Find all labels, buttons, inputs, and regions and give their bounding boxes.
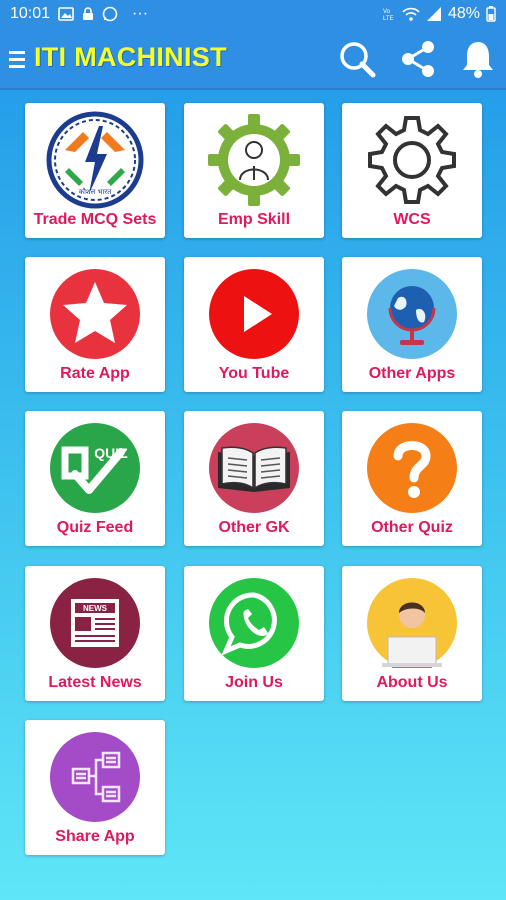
notification-button[interactable] (456, 37, 500, 81)
status-bar: 10:01 ··· Vo LTE 48% (0, 0, 506, 30)
skill-logo-text: कौशल भारत (79, 187, 113, 196)
search-button[interactable] (335, 37, 379, 81)
app-title: ITI MACHINIST (34, 42, 227, 72)
svg-text:Vo: Vo (383, 9, 391, 15)
status-right: Vo LTE 48% (382, 5, 496, 23)
share-button[interactable] (396, 37, 440, 81)
lock-icon (83, 7, 94, 20)
menu-icon[interactable] (8, 49, 26, 69)
question-icon (367, 423, 457, 513)
search-icon (340, 42, 376, 78)
share-icon (402, 41, 434, 77)
news-icon: NEWS (50, 578, 140, 668)
tile-label: Other Quiz (371, 519, 453, 536)
quiz-icon: QUIZ (50, 423, 140, 513)
tile-rate-app[interactable]: Rate App (25, 257, 165, 392)
battery-icon (486, 6, 496, 22)
battery-percent: 48% (447, 5, 480, 22)
app-bar: ITI MACHINIST (0, 30, 506, 90)
skill-india-logo-icon: कौशल भारत (46, 111, 144, 209)
gear-icon (368, 116, 456, 204)
tile-label: Rate App (60, 365, 130, 382)
tile-label: WCS (393, 211, 431, 228)
tile-other-apps[interactable]: Other Apps (342, 257, 482, 392)
tile-trade-mcq-sets[interactable]: कौशल भारत Trade MCQ Sets (25, 103, 165, 238)
signal-icon (426, 7, 441, 21)
tile-wcs[interactable]: WCS (342, 103, 482, 238)
tile-label: Other GK (218, 519, 290, 536)
tile-label: Emp Skill (217, 211, 291, 228)
share-nodes-icon (50, 732, 140, 822)
bell-icon (463, 42, 493, 78)
tile-label: Share App (55, 828, 135, 845)
tile-label: Quiz Feed (56, 519, 134, 536)
volte-icon: VoLTE (383, 9, 394, 22)
more-notifications-icon: ··· (132, 5, 149, 22)
tile-you-tube[interactable]: You Tube (184, 257, 324, 392)
gallery-icon (58, 7, 74, 21)
status-time: 10:01 (10, 5, 51, 22)
wifi-icon (402, 7, 420, 21)
tile-label: Other Apps (368, 365, 456, 382)
tile-label: Trade MCQ Sets (33, 211, 157, 228)
tile-join-us[interactable]: Join Us (184, 566, 324, 701)
star-icon (50, 269, 140, 359)
news-logo-text: NEWS (83, 604, 108, 613)
tile-label: About Us (376, 674, 448, 691)
tile-share-app[interactable]: Share App (25, 720, 165, 855)
person-laptop-icon (367, 578, 457, 668)
tile-label: Latest News (48, 674, 142, 691)
gear-person-icon (208, 114, 300, 206)
youtube-icon (209, 269, 299, 359)
tile-other-quiz[interactable]: Other Quiz (342, 411, 482, 546)
whatsapp-status-icon (102, 6, 118, 22)
book-icon (209, 423, 299, 513)
tile-emp-skill[interactable]: Emp Skill (184, 103, 324, 238)
svg-text:LTE: LTE (383, 16, 394, 22)
quiz-logo-text: QUIZ (94, 445, 128, 461)
tile-label: Join Us (225, 674, 283, 691)
tile-label: You Tube (218, 365, 290, 382)
tile-quiz-feed[interactable]: QUIZ Quiz Feed (25, 411, 165, 546)
whatsapp-icon (209, 578, 299, 668)
tile-about-us[interactable]: About Us (342, 566, 482, 701)
status-left: 10:01 ··· (10, 5, 148, 23)
globe-icon (367, 269, 457, 359)
tile-latest-news[interactable]: NEWS Latest News (25, 566, 165, 701)
tile-other-gk[interactable]: Other GK (184, 411, 324, 546)
